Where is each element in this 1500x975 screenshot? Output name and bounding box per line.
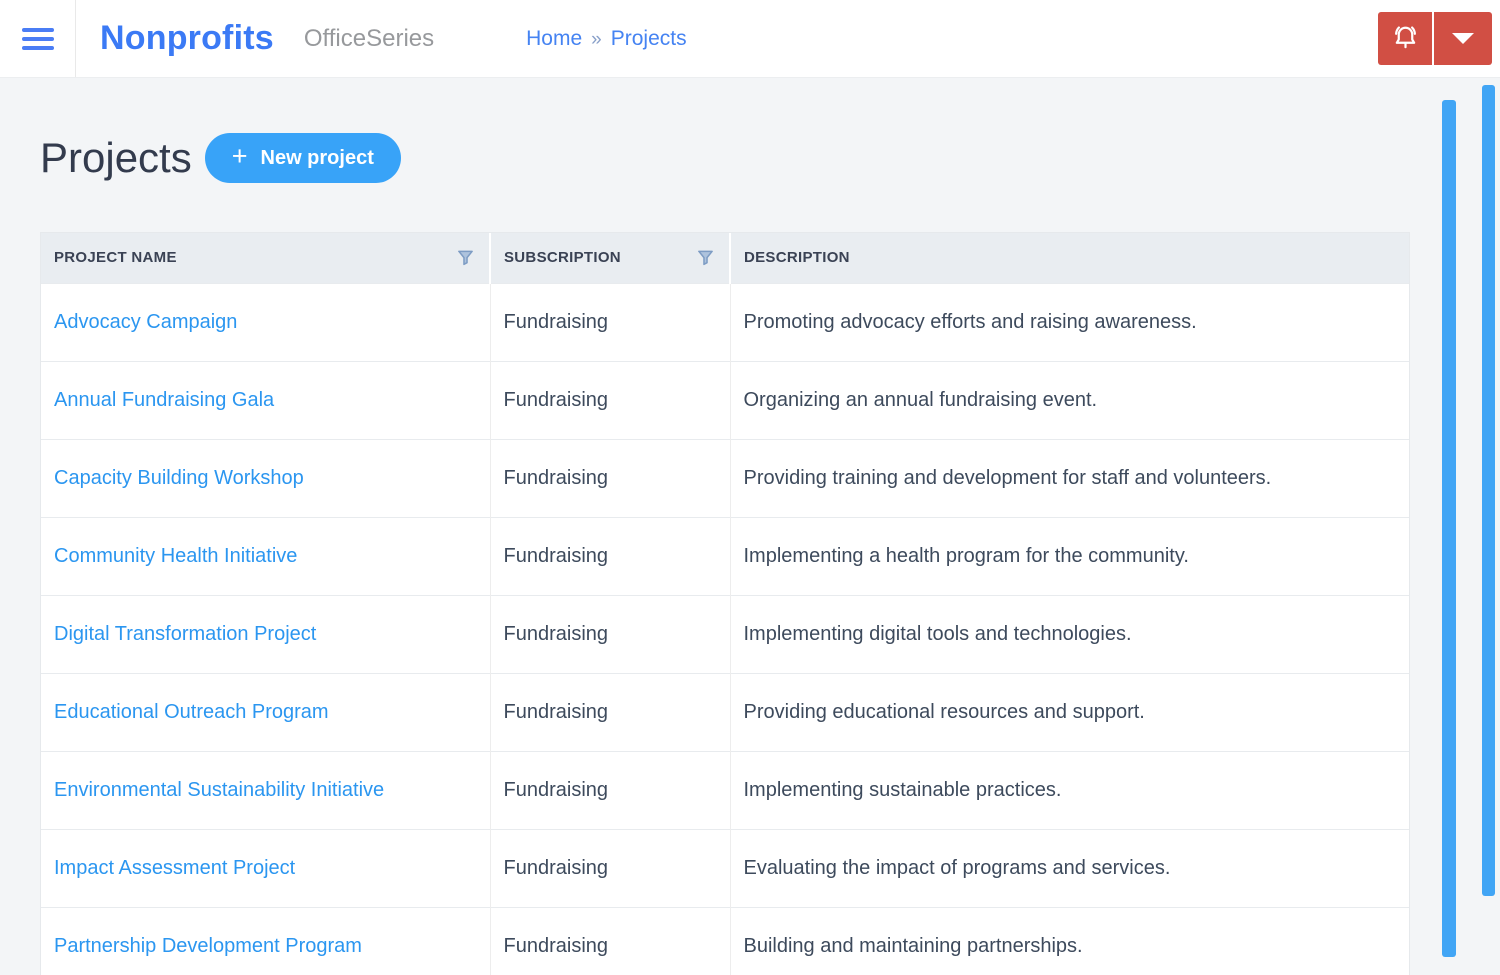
outer-scrollbar-thumb[interactable] — [1482, 85, 1495, 896]
title-row: Projects + New project — [40, 128, 1460, 188]
table-row: Capacity Building Workshop Fundraising P… — [41, 438, 1409, 517]
project-name-link[interactable]: Advocacy Campaign — [54, 311, 237, 333]
project-name-cell: Capacity Building Workshop — [41, 438, 491, 517]
project-name-cell: Annual Fundraising Gala — [41, 360, 491, 439]
project-name-link[interactable]: Educational Outreach Program — [54, 701, 329, 723]
menu-button[interactable] — [0, 0, 76, 77]
project-name-link[interactable]: Environmental Sustainability Initiative — [54, 779, 384, 801]
project-name-cell: Environmental Sustainability Initiative — [41, 750, 491, 829]
plus-icon: + — [231, 141, 248, 171]
subscription-cell: Fundraising — [490, 360, 731, 439]
description-cell: Providing training and development for s… — [730, 438, 1409, 517]
subscription-cell: Fundraising — [490, 438, 731, 517]
column-header-project-name: PROJECT NAME — [41, 233, 491, 283]
subscription-cell: Fundraising — [490, 906, 731, 975]
filter-funnel-icon[interactable] — [696, 247, 715, 268]
description-cell: Implementing sustainable practices. — [730, 750, 1409, 829]
filter-funnel-icon[interactable] — [456, 247, 475, 268]
table-header-row: PROJECT NAME SUBSCRIPTION DESCRIPTION — [41, 233, 1409, 283]
notifications-button[interactable] — [1378, 12, 1432, 65]
project-name-cell: Advocacy Campaign — [41, 282, 491, 361]
subscription-cell: Fundraising — [490, 828, 731, 907]
project-name-link[interactable]: Annual Fundraising Gala — [54, 389, 274, 411]
description-cell: Providing educational resources and supp… — [730, 672, 1409, 751]
project-name-cell: Digital Transformation Project — [41, 594, 491, 673]
project-name-cell: Partnership Development Program — [41, 906, 491, 975]
projects-table: PROJECT NAME SUBSCRIPTION DESCRIPTION Ad… — [40, 232, 1410, 975]
description-cell: Implementing digital tools and technolog… — [730, 594, 1409, 673]
subscription-cell: Fundraising — [490, 282, 731, 361]
page-title: Projects — [40, 134, 192, 181]
subscription-cell: Fundraising — [490, 516, 731, 595]
inner-scrollbar-thumb[interactable] — [1442, 100, 1456, 957]
table-row: Digital Transformation Project Fundraisi… — [41, 594, 1409, 673]
breadcrumb-separator: » — [591, 28, 602, 50]
topbar-actions — [1378, 12, 1492, 65]
project-name-link[interactable]: Impact Assessment Project — [54, 857, 295, 879]
table-row: Community Health Initiative Fundraising … — [41, 516, 1409, 595]
table-row: Advocacy Campaign Fundraising Promoting … — [41, 282, 1409, 361]
project-name-link[interactable]: Community Health Initiative — [54, 545, 297, 567]
breadcrumb: Home » Projects — [526, 27, 686, 51]
topbar: Nonprofits OfficeSeries Home » Projects — [0, 0, 1500, 78]
breadcrumb-current-link[interactable]: Projects — [611, 27, 687, 51]
description-cell: Implementing a health program for the co… — [730, 516, 1409, 595]
project-name-link[interactable]: Digital Transformation Project — [54, 623, 316, 645]
breadcrumb-home-link[interactable]: Home — [526, 27, 582, 51]
project-name-cell: Community Health Initiative — [41, 516, 491, 595]
column-header-description: DESCRIPTION — [730, 233, 1409, 283]
table-row: Educational Outreach Program Fundraising… — [41, 672, 1409, 751]
account-dropdown-button[interactable] — [1434, 12, 1492, 65]
table-row: Annual Fundraising Gala Fundraising Orga… — [41, 360, 1409, 439]
brand-suffix: OfficeSeries — [303, 24, 435, 52]
main-content: Projects + New project PROJECT NAME SUBS… — [0, 128, 1500, 975]
project-name-link[interactable]: Partnership Development Program — [54, 935, 362, 957]
project-name-cell: Impact Assessment Project — [41, 828, 491, 907]
table-row: Impact Assessment Project Fundraising Ev… — [41, 828, 1409, 907]
subscription-cell: Fundraising — [490, 750, 731, 829]
description-cell: Evaluating the impact of programs and se… — [730, 828, 1409, 907]
description-cell: Building and maintaining partnerships. — [730, 906, 1409, 975]
description-cell: Promoting advocacy efforts and raising a… — [730, 282, 1409, 361]
new-project-label: New project — [260, 146, 374, 169]
table-row: Partnership Development Program Fundrais… — [41, 906, 1409, 975]
subscription-cell: Fundraising — [490, 594, 731, 673]
table-body: Advocacy Campaign Fundraising Promoting … — [41, 282, 1409, 975]
description-cell: Organizing an annual fundraising event. — [730, 360, 1409, 439]
caret-down-icon — [1452, 33, 1474, 44]
table-row: Environmental Sustainability Initiative … — [41, 750, 1409, 829]
hamburger-icon — [21, 23, 54, 55]
brand-logo: Nonprofits — [100, 19, 274, 57]
column-header-subscription: SUBSCRIPTION — [490, 233, 731, 283]
notification-bell-icon — [1389, 22, 1422, 55]
project-name-cell: Educational Outreach Program — [41, 672, 491, 751]
subscription-cell: Fundraising — [490, 672, 731, 751]
new-project-button[interactable]: + New project — [204, 133, 401, 183]
project-name-link[interactable]: Capacity Building Workshop — [54, 467, 304, 489]
